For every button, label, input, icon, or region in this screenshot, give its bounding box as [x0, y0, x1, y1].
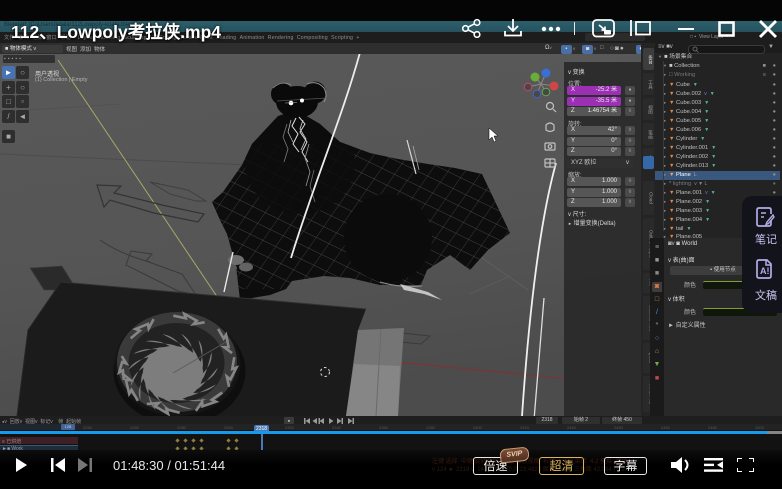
svg-text:A!: A! [760, 266, 770, 276]
